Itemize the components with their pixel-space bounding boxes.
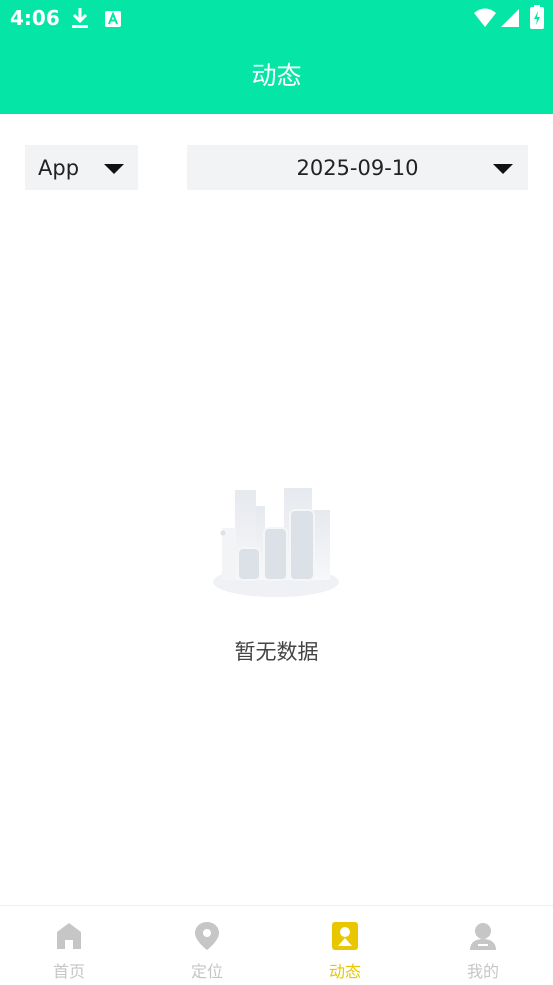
activity-bookmark-icon xyxy=(330,920,360,952)
empty-state-illustration xyxy=(208,480,344,608)
status-time: 4:06 xyxy=(10,6,60,30)
tab-home-label: 首页 xyxy=(52,962,85,981)
chevron-down-icon xyxy=(104,164,124,174)
app-header: 4:06 动态 xyxy=(0,0,553,114)
chevron-down-icon xyxy=(493,164,513,174)
tab-location[interactable]: 定位 xyxy=(138,906,276,985)
tab-activity[interactable]: 动态 xyxy=(276,906,414,985)
bottom-tab-bar: 首页 定位 动态 我的 xyxy=(0,905,553,985)
tab-location-label: 定位 xyxy=(190,962,223,981)
app-filter-dropdown[interactable]: App xyxy=(25,145,138,190)
tab-profile[interactable]: 我的 xyxy=(414,906,552,985)
signal-icon xyxy=(501,9,519,31)
date-filter-dropdown[interactable]: 2025-09-10 xyxy=(187,145,528,190)
status-bar: 4:06 xyxy=(0,0,553,36)
empty-state-text: 暂无数据 xyxy=(234,640,319,664)
location-pin-icon xyxy=(192,920,222,952)
tab-profile-label: 我的 xyxy=(466,962,499,981)
battery-icon xyxy=(530,5,544,33)
profile-icon xyxy=(468,920,498,952)
home-icon xyxy=(54,920,84,952)
app-notification-icon xyxy=(104,10,122,32)
tab-home[interactable]: 首页 xyxy=(0,906,138,985)
app-filter-value: App xyxy=(38,155,80,180)
page-title: 动态 xyxy=(251,61,302,90)
wifi-icon xyxy=(474,8,496,32)
tab-activity-label: 动态 xyxy=(328,962,361,981)
download-icon xyxy=(70,6,90,34)
date-filter-value: 2025-09-10 xyxy=(296,155,419,180)
